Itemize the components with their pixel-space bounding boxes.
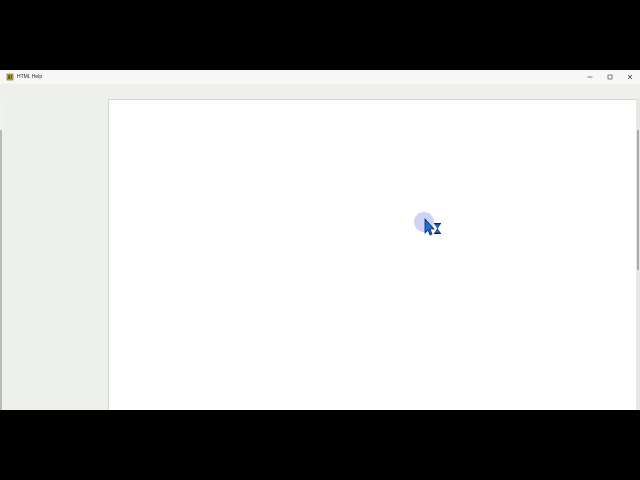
screen: HTML Help (0, 0, 640, 480)
title-bar[interactable]: HTML Help (0, 70, 640, 84)
close-icon (627, 74, 633, 80)
minimize-button[interactable] (580, 70, 600, 84)
content-pane[interactable] (108, 99, 636, 410)
window-title: HTML Help (17, 74, 43, 80)
arrow-hourglass-cursor-icon (424, 217, 441, 236)
scrollbar-thumb[interactable] (637, 130, 639, 270)
close-button[interactable] (620, 70, 640, 84)
toolbar-area (0, 84, 640, 99)
maximize-button[interactable] (600, 70, 620, 84)
window-controls (580, 70, 640, 84)
maximize-icon (607, 74, 613, 80)
navigation-pane[interactable] (3, 99, 108, 410)
html-help-window: HTML Help (0, 70, 640, 410)
minimize-icon (587, 74, 593, 80)
window-left-edge (0, 130, 2, 410)
busy-cursor (414, 212, 444, 236)
help-book-icon (6, 73, 14, 81)
